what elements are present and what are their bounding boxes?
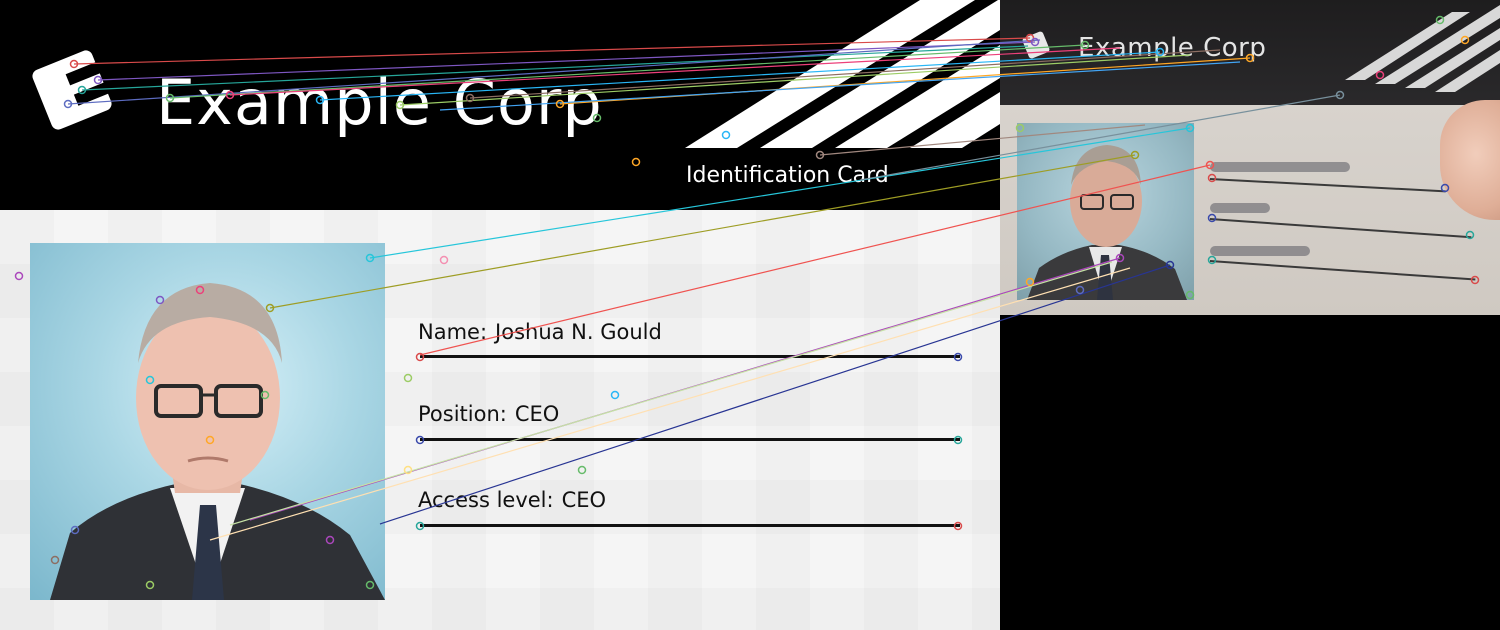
name-label: Name: [418,320,488,344]
access-level-field: Access level: CEO [418,486,960,527]
empty-canvas-area [1000,315,1500,630]
captured-position-text [1210,203,1270,213]
captured-portrait [1017,123,1194,300]
access-level-label: Access level: [418,488,554,512]
name-underline [420,355,960,358]
position-underline [420,438,960,441]
card-header: Example Corp Identification Card [0,0,1000,210]
name-value: Joshua N. Gould [495,320,662,344]
position-value: CEO [514,402,560,426]
captured-card-header: Example Corp [1000,0,1500,105]
position-field: Position: CEO [418,400,960,441]
id-card-template: Example Corp Identification Card Name: J… [0,0,1000,630]
captured-access-level-text [1210,246,1310,256]
access-level-underline [420,524,960,527]
name-field: Name: Joshua N. Gould [418,318,960,358]
access-level-value: CEO [561,488,607,512]
portrait-photo [30,243,385,600]
captured-card-photo: Example Corp [1000,0,1500,315]
position-label: Position: [418,402,507,426]
captured-header-stripes [1345,5,1500,92]
captured-name-text [1210,162,1350,172]
card-subtitle: Identification Card [686,163,889,188]
